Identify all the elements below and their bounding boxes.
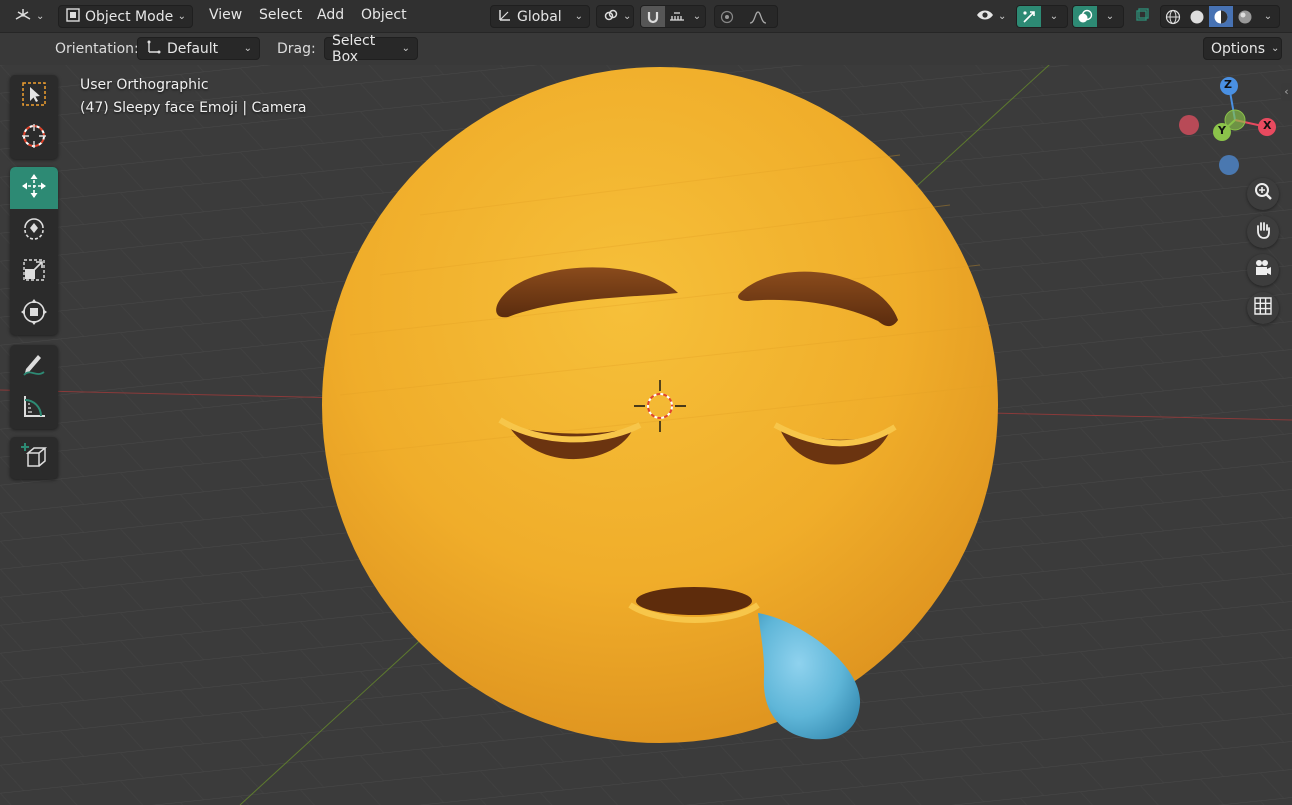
- zoom-icon: [1253, 182, 1273, 206]
- orientation-value: Default: [167, 40, 219, 57]
- drag-field-label: Drag:: [277, 41, 316, 57]
- eye-icon: [976, 8, 994, 26]
- solid-shading-icon[interactable]: [1185, 6, 1209, 27]
- orientation-field-label: Orientation:: [55, 41, 139, 57]
- cursor-tool[interactable]: [10, 117, 58, 159]
- orientation-axes-icon: [145, 39, 161, 59]
- chevron-down-icon[interactable]: ⌄: [1041, 6, 1067, 27]
- grid-icon: [1253, 296, 1273, 320]
- view-name: User Orthographic: [80, 77, 209, 93]
- camera-icon: [1253, 258, 1273, 282]
- snapping-group: ⌄: [640, 5, 706, 28]
- chevron-down-icon: ⌄: [998, 11, 1007, 22]
- sidebar-toggle-icon[interactable]: ‹: [1281, 83, 1292, 101]
- select-box-icon: [20, 80, 48, 112]
- shading-mode-group: ⌄: [1160, 5, 1280, 28]
- annotate-icon: [20, 350, 48, 382]
- chevron-down-icon: ⌄: [1271, 43, 1280, 54]
- overlay-toggle-group: ⌄: [1072, 5, 1124, 28]
- transform-icon: [20, 298, 48, 330]
- tool-group-select: [10, 75, 58, 159]
- falloff-curve-icon[interactable]: [739, 6, 777, 27]
- menu-add[interactable]: Add: [317, 7, 344, 23]
- transform-orientation-dropdown[interactable]: Global ⌄: [490, 5, 590, 28]
- magnet-icon[interactable]: [641, 6, 665, 27]
- orientation-dropdown[interactable]: Default ⌄: [137, 37, 260, 60]
- chevron-down-icon: ⌄: [401, 43, 410, 54]
- xray-toggle[interactable]: [1128, 5, 1156, 28]
- chevron-down-icon[interactable]: ⌄: [689, 6, 705, 27]
- link-pivot-icon: [603, 7, 619, 27]
- tool-settings-bar: Orientation: Default ⌄ Drag: Select Box …: [0, 33, 1292, 65]
- move-icon: [20, 172, 48, 204]
- proportional-edit-group: [714, 5, 778, 28]
- drag-value: Select Box: [332, 32, 376, 65]
- scale-tool[interactable]: [10, 251, 58, 293]
- chevron-down-icon[interactable]: ⌄: [1097, 6, 1123, 27]
- zoom-button[interactable]: [1247, 178, 1279, 210]
- orientation-label: Global: [517, 8, 562, 25]
- move-tool[interactable]: [10, 167, 58, 209]
- toggle-perspective-button[interactable]: [1247, 292, 1279, 324]
- scale-icon: [20, 256, 48, 288]
- add-cube-tool[interactable]: [10, 437, 58, 479]
- gizmo-z-label[interactable]: Z: [1224, 78, 1232, 91]
- mode-label: Object Mode: [85, 8, 174, 25]
- object-info: (47) Sleepy face Emoji | Camera: [80, 100, 307, 116]
- tool-group-transform: [10, 167, 58, 335]
- chevron-down-icon: ⌄: [177, 11, 186, 22]
- gizmo-y-label[interactable]: Y: [1218, 124, 1226, 137]
- material-preview-shading-icon[interactable]: [1209, 6, 1233, 27]
- gizmo-toggle-group: ⌄: [1016, 5, 1068, 28]
- chevron-down-icon: ⌄: [36, 11, 45, 22]
- rendered-shading-icon[interactable]: [1233, 6, 1257, 27]
- select-box-tool[interactable]: [10, 75, 58, 117]
- object-mode-icon: [65, 7, 81, 27]
- hand-icon: [1253, 220, 1273, 244]
- options-dropdown[interactable]: Options ⌄: [1203, 37, 1282, 60]
- 3d-viewport-icon: [14, 7, 32, 27]
- pan-button[interactable]: [1247, 216, 1279, 248]
- camera-view-button[interactable]: [1247, 254, 1279, 286]
- chevron-down-icon[interactable]: ⌄: [1257, 6, 1279, 27]
- measure-icon: [20, 392, 48, 424]
- transform-tool[interactable]: [10, 293, 58, 335]
- annotate-tool[interactable]: [10, 345, 58, 387]
- options-label: Options: [1211, 40, 1266, 57]
- viewport-header: ⌄ Object Mode ⌄ View Select Add Object G…: [0, 0, 1292, 33]
- 3d-viewport[interactable]: Z X Y User Orthographic (47) Sleepy face…: [0, 65, 1292, 805]
- increment-icon[interactable]: [665, 6, 689, 27]
- chevron-down-icon: ⌄: [243, 43, 252, 54]
- chevron-down-icon: ⌄: [574, 11, 583, 22]
- cursor-icon: [20, 122, 48, 154]
- viewport-scene: [0, 65, 1292, 805]
- drag-dropdown[interactable]: Select Box ⌄: [324, 33, 418, 65]
- gizmo-x-label[interactable]: X: [1263, 119, 1271, 132]
- add-cube-icon: [20, 442, 48, 474]
- gizmo-icon[interactable]: [1017, 6, 1041, 27]
- proportional-edit-icon[interactable]: [715, 6, 739, 27]
- menu-object[interactable]: Object: [361, 7, 407, 23]
- tool-group-annotate: [10, 345, 58, 429]
- menu-select[interactable]: Select: [259, 7, 302, 23]
- chevron-down-icon: ⌄: [623, 11, 632, 22]
- xray-icon: [1134, 7, 1150, 27]
- rotate-icon: [20, 214, 48, 246]
- editor-type-button[interactable]: ⌄: [8, 5, 50, 28]
- menu-view[interactable]: View: [209, 7, 242, 23]
- sleepy-face-emoji: [322, 67, 998, 743]
- tool-group-add: [10, 437, 58, 479]
- orientation-icon: [497, 7, 513, 27]
- visibility-dropdown[interactable]: ⌄: [970, 5, 1012, 28]
- pivot-point-dropdown[interactable]: ⌄: [596, 5, 634, 28]
- rotate-tool[interactable]: [10, 209, 58, 251]
- overlay-icon[interactable]: [1073, 6, 1097, 27]
- measure-tool[interactable]: [10, 387, 58, 429]
- wireframe-shading-icon[interactable]: [1161, 6, 1185, 27]
- mode-dropdown[interactable]: Object Mode ⌄: [58, 5, 193, 28]
